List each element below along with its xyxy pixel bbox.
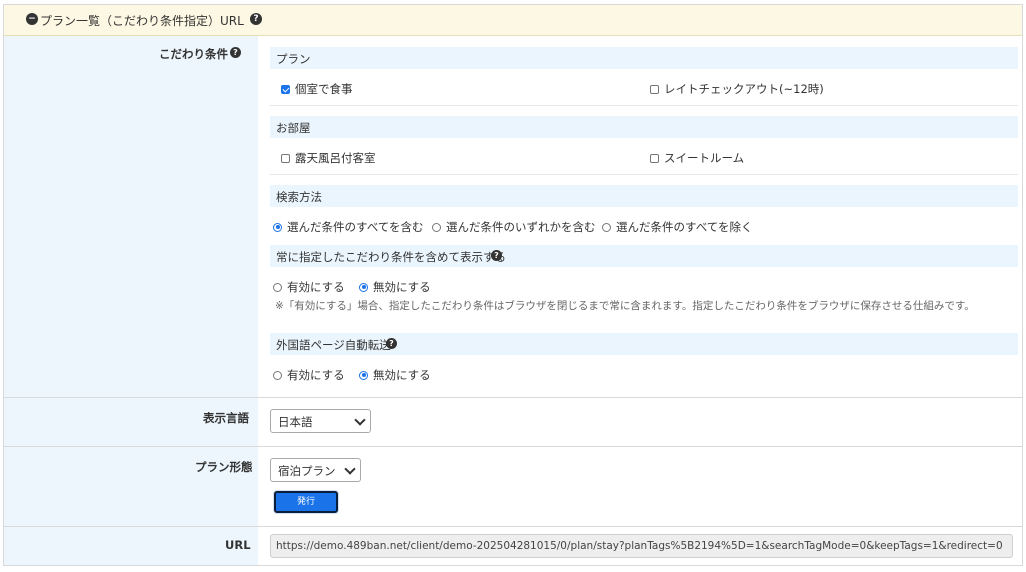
keep-tags-help-icon[interactable]: ? (491, 250, 502, 261)
radio-selected[interactable] (359, 370, 368, 380)
search-method-title: 検索方法 (276, 190, 322, 204)
section-divider (270, 174, 1018, 175)
help-icon[interactable]: ? (250, 13, 262, 25)
keep-tags-title: 常に指定したこだわり条件を含めて表示する (276, 250, 506, 264)
checkbox-checked[interactable] (281, 84, 290, 94)
language-select-value: 日本語 (278, 415, 313, 429)
kodawari-help-icon[interactable]: ? (230, 47, 241, 58)
radio[interactable] (273, 282, 282, 292)
section-divider (270, 105, 1018, 106)
radio-exclude-all[interactable]: 選んだ条件のすべてを除く (602, 219, 753, 235)
url-builder-panel: − プラン一覧（こだわり条件指定）URL ? こだわり条件 ? プラン 個室で食… (3, 4, 1023, 566)
option-open-air-bath-room[interactable]: 露天風呂付客室 (281, 150, 376, 166)
keep-tags-header: 常に指定したこだわり条件を含めて表示する (270, 245, 1018, 267)
kodawari-label-cell (4, 36, 258, 397)
url-output-field[interactable]: https://demo.489ban.net/client/demo-2025… (270, 534, 1013, 558)
option-suite-room[interactable]: スイートルーム (650, 150, 744, 166)
row-divider (4, 397, 1022, 398)
room-section-title: お部屋 (276, 121, 311, 135)
option-private-dining[interactable]: 個室で食事 (281, 81, 353, 97)
radio-selected[interactable] (359, 282, 368, 292)
redirect-title: 外国語ページ自動転送 (276, 338, 391, 352)
radio-include-all[interactable]: 選んだ条件のすべてを含む (273, 219, 424, 235)
checkbox[interactable] (650, 153, 659, 163)
radio-redirect-disable[interactable]: 無効にする (359, 367, 431, 383)
redirect-help-icon[interactable]: ? (386, 338, 397, 349)
panel-title: プラン一覧（こだわり条件指定）URL (40, 14, 244, 28)
url-label-cell (4, 527, 258, 565)
room-section-header: お部屋 (270, 116, 1018, 138)
radio[interactable] (432, 222, 441, 232)
row-divider (4, 446, 1022, 447)
language-select[interactable]: 日本語 (270, 409, 371, 433)
checkbox[interactable] (281, 153, 290, 163)
collapse-icon[interactable]: − (26, 13, 38, 25)
checkbox[interactable] (650, 84, 659, 94)
plan-type-select-value: 宿泊プラン (278, 464, 336, 478)
radio[interactable] (602, 222, 611, 232)
search-method-header: 検索方法 (270, 185, 1018, 207)
radio-keep-tags-enable[interactable]: 有効にする (273, 279, 345, 295)
language-label: 表示言語 (203, 411, 249, 425)
url-label: URL (225, 538, 251, 552)
radio-include-any[interactable]: 選んだ条件のいずれかを含む (432, 219, 596, 235)
radio-redirect-enable[interactable]: 有効にする (273, 367, 345, 383)
url-output-value: https://demo.489ban.net/client/demo-2025… (276, 540, 1003, 552)
radio[interactable] (273, 370, 282, 380)
plan-section-title: プラン (276, 52, 311, 66)
radio-selected[interactable] (273, 222, 282, 232)
kodawari-label: こだわり条件 (159, 47, 228, 61)
plan-type-label: プラン形態 (195, 460, 253, 474)
plan-section-header: プラン (270, 47, 1018, 69)
chevron-down-icon (344, 463, 356, 475)
keep-tags-note: ※「有効にする」場合、指定したこだわり条件はブラウザを閉じるまで常に含まれます。… (275, 300, 975, 312)
option-late-checkout[interactable]: レイトチェックアウト(~12時) (650, 81, 824, 97)
radio-keep-tags-disable[interactable]: 無効にする (359, 279, 431, 295)
panel-header[interactable]: − プラン一覧（こだわり条件指定）URL ? (4, 5, 1022, 36)
issue-button[interactable]: 発行 (274, 491, 338, 513)
row-divider (4, 526, 1022, 527)
chevron-down-icon (354, 414, 366, 426)
plan-type-select[interactable]: 宿泊プラン (270, 458, 361, 482)
redirect-header: 外国語ページ自動転送 (270, 333, 1018, 355)
